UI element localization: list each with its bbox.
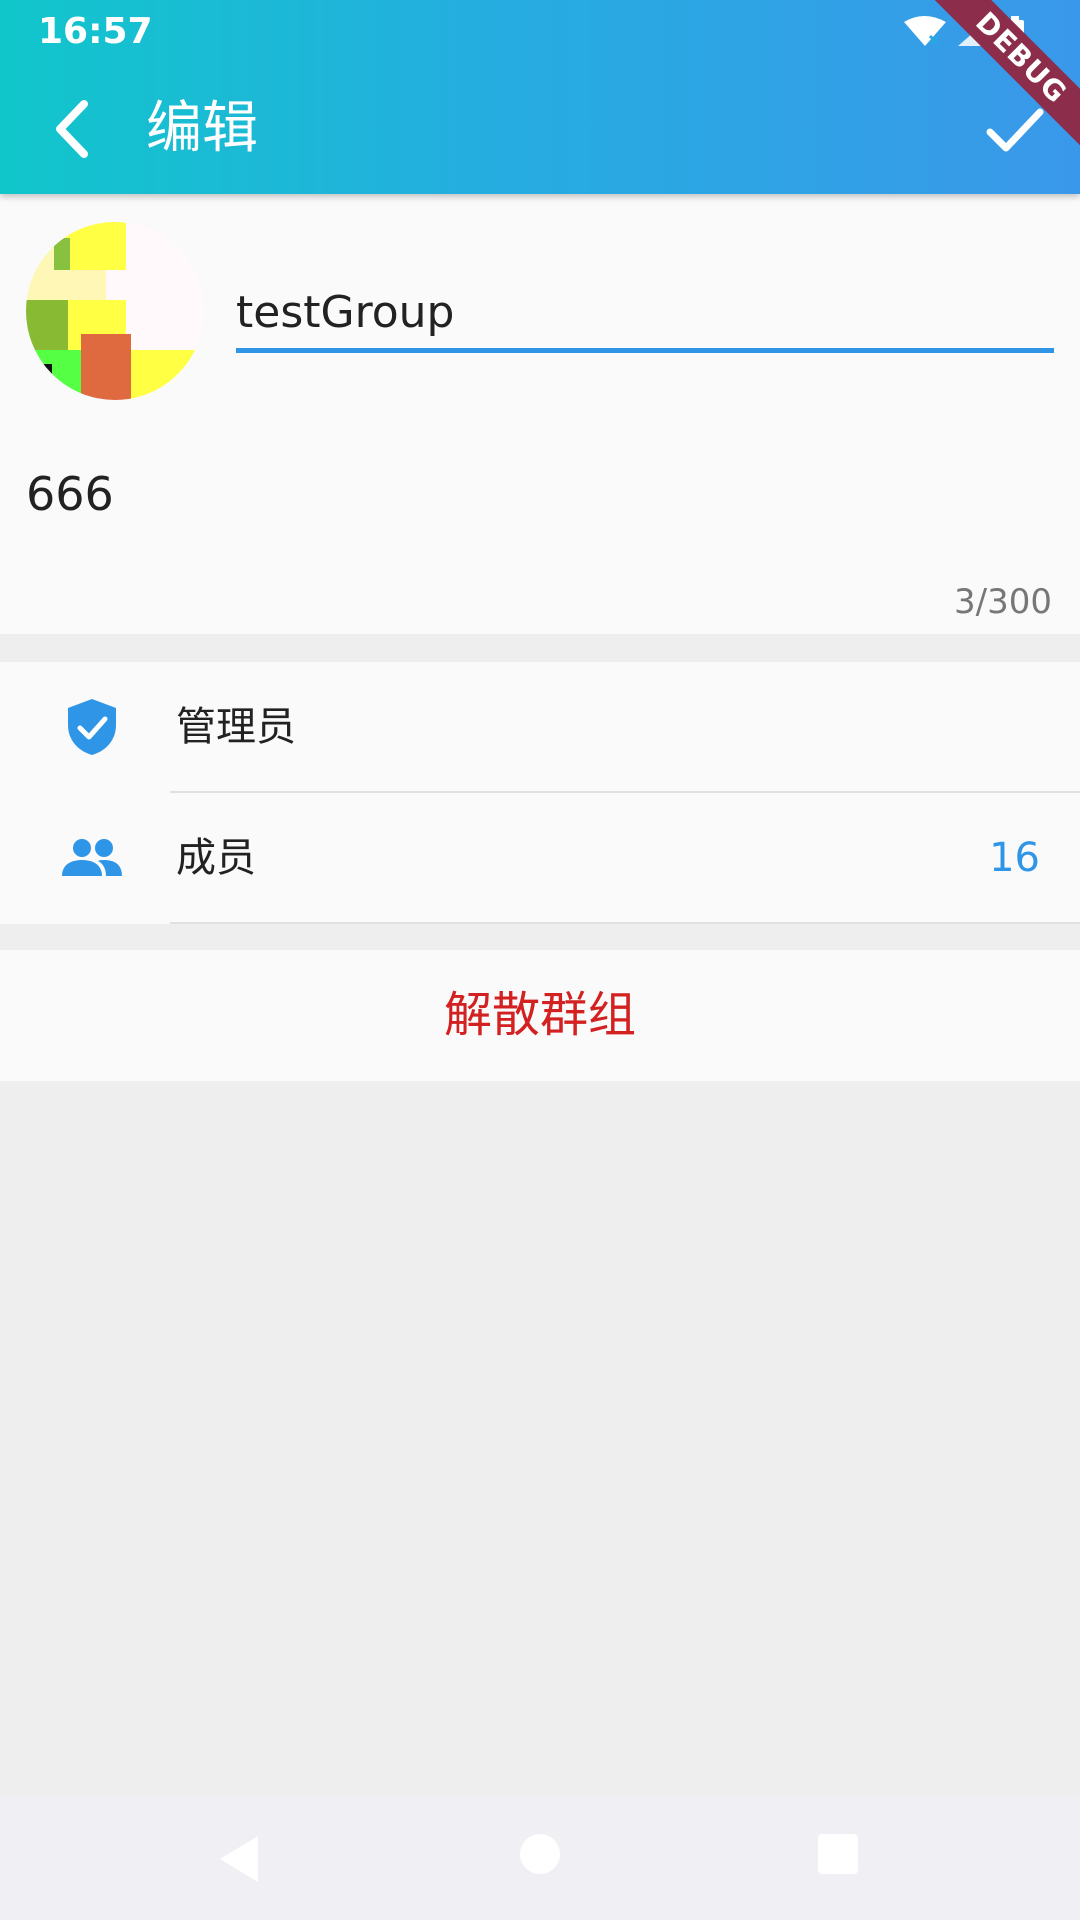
group-avatar[interactable] — [26, 222, 204, 400]
nav-home-button[interactable] — [520, 1834, 560, 1874]
group-name-input[interactable]: testGroup — [236, 284, 1054, 342]
confirm-button[interactable] — [980, 98, 1050, 162]
group-edit-section: testGroup 666 3/300 — [0, 194, 1080, 634]
wifi-off-icon — [904, 16, 946, 46]
divider — [170, 922, 1080, 924]
triangle-back-icon — [220, 1836, 258, 1882]
members-count: 16 — [989, 835, 1040, 881]
chevron-left-icon — [56, 100, 88, 158]
list-item-members[interactable]: 成员 16 — [0, 793, 1080, 923]
dissolve-group-button[interactable]: 解散群组 — [0, 950, 1080, 1081]
nav-recents-button[interactable] — [818, 1834, 858, 1874]
list-item-admins[interactable]: 管理员 — [0, 662, 1080, 792]
people-icon — [60, 826, 124, 890]
shield-check-icon — [60, 695, 124, 759]
status-time: 16:57 — [38, 11, 153, 52]
nav-back-button[interactable] — [214, 1832, 264, 1886]
members-label: 成员 — [176, 835, 256, 881]
check-icon — [986, 108, 1044, 152]
avatar-image — [26, 222, 204, 400]
app-bar: 16:57 编辑 — [0, 0, 1080, 194]
group-settings-list: 管理员 成员 16 — [0, 662, 1080, 924]
admins-label: 管理员 — [176, 704, 296, 750]
description-char-counter: 3/300 — [954, 582, 1052, 622]
group-description-input[interactable]: 666 — [26, 464, 114, 524]
system-nav-bar — [0, 1796, 1080, 1920]
page-title: 编辑 — [146, 96, 258, 161]
group-name-underline — [236, 348, 1054, 353]
back-button[interactable] — [44, 94, 104, 164]
